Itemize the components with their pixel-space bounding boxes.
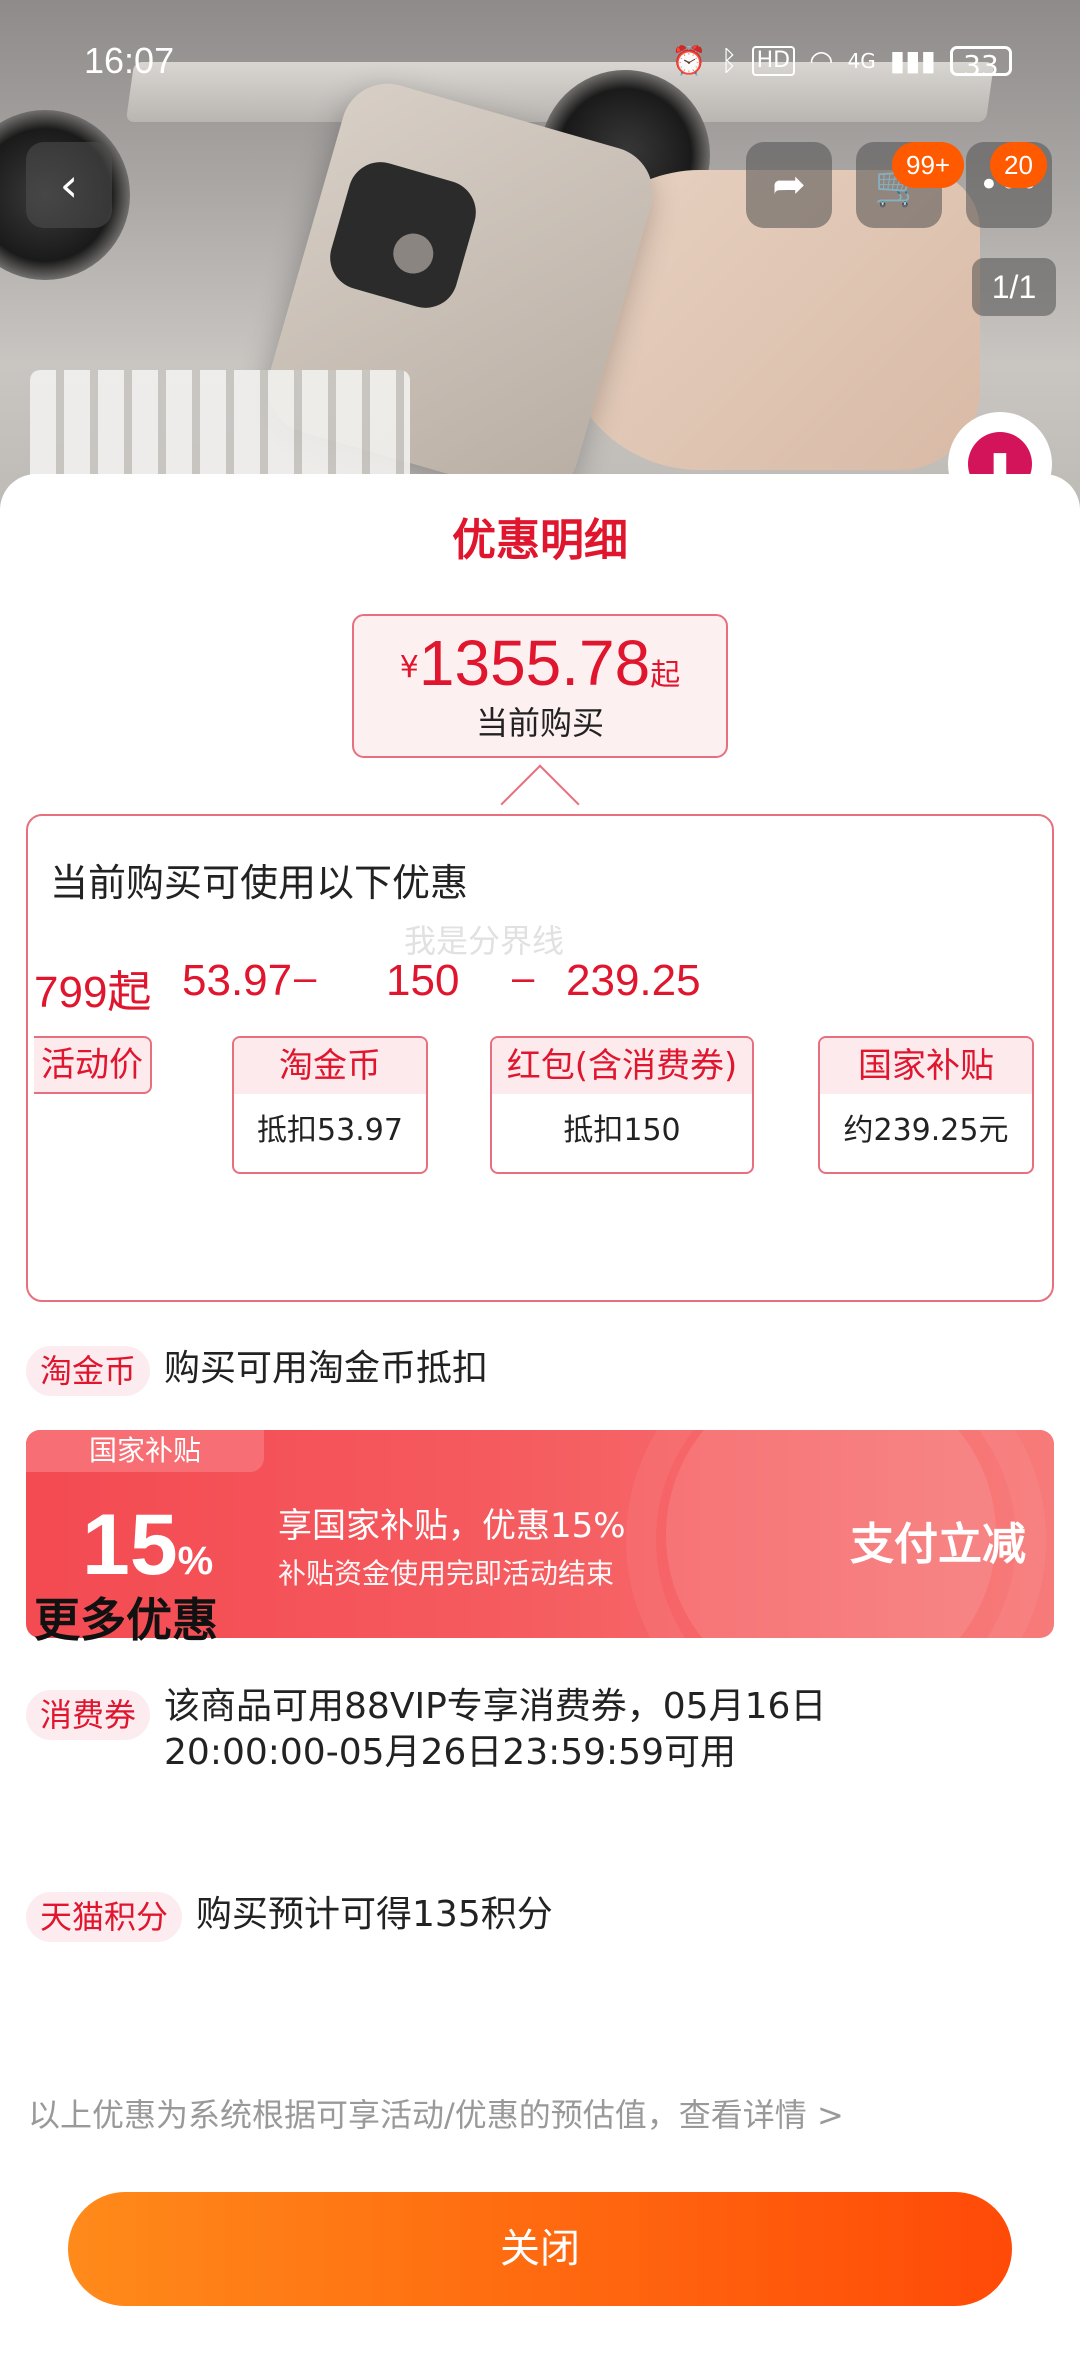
subsidy-percent: 15%	[82, 1496, 213, 1595]
redpacket-chip: 红包(含消费券) 抵扣150	[490, 1036, 754, 1174]
current-price-box: ¥1355.78起 当前购买	[352, 614, 728, 758]
points-row[interactable]: 天猫积分 购买预计可得135积分	[26, 1892, 553, 1942]
subsidy-main-text: 享国家补贴，优惠15%	[278, 1506, 626, 1546]
close-button[interactable]: 关闭	[68, 2192, 1012, 2306]
points-tag: 天猫积分	[26, 1892, 183, 1942]
bluetooth-icon: ᛒ	[720, 44, 738, 77]
subsidy-tag: 国家补贴	[26, 1430, 264, 1472]
taojinbi-chip: 淘金币 抵扣53.97	[232, 1036, 428, 1174]
minus-operator: –	[124, 956, 147, 1000]
taojinbi-text: 购买可用淘金币抵扣	[164, 1348, 489, 1389]
coupon-line-2: 20:00:00-05月26日23:59:59可用	[164, 1732, 736, 1773]
alarm-icon: ⏰	[671, 44, 707, 77]
chevron-left-icon: ‹	[59, 158, 79, 212]
more-discounts-title: 更多优惠	[34, 1593, 218, 1647]
chip-detail: 抵扣150	[563, 1113, 681, 1148]
redpacket-value: 150	[386, 956, 460, 1005]
message-badge: 20	[990, 142, 1047, 188]
price-label: 当前购买	[475, 704, 604, 742]
discount-detail-sheet: 优惠明细 ¥1355.78起 当前购买 当前购买可使用以下优惠 799起 – 5…	[0, 474, 1080, 2376]
subsidy-sub-text: 补贴资金使用完即活动结束	[278, 1557, 615, 1590]
coupon-line-1: 该商品可用88VIP专享消费券，05月16日	[164, 1686, 827, 1727]
minus-operator: –	[294, 956, 317, 1000]
calc-title: 当前购买可使用以下优惠	[50, 861, 469, 905]
share-button[interactable]: ➦	[746, 142, 832, 228]
chip-label: 活动价	[41, 1045, 143, 1085]
back-button[interactable]: ‹	[26, 142, 112, 228]
chip-detail: 约239.25元	[843, 1113, 1009, 1148]
national-subsidy-chip: 国家补贴 约239.25元	[818, 1036, 1034, 1174]
signal-icon: ▮▮▮	[889, 44, 936, 77]
chip-detail: 抵扣53.97	[257, 1113, 403, 1148]
share-icon: ➦	[772, 162, 806, 208]
chip-label: 国家补贴	[820, 1038, 1032, 1094]
subsidy-cta[interactable]: 支付立减	[850, 1508, 1026, 1572]
battery-icon: 33	[950, 46, 1012, 82]
currency-symbol: ¥	[399, 650, 419, 685]
taojinbi-tag: 淘金币	[26, 1346, 151, 1396]
wifi-icon: ◠	[809, 44, 834, 77]
coupon-tag: 消费券	[26, 1690, 151, 1740]
calc-values: 799起 – 53.97 – 150 – 239.25	[28, 956, 1056, 1026]
minus-operator: –	[512, 956, 535, 1000]
estimate-footnote-link[interactable]: 以上优惠为系统根据可享活动/优惠的预估值，查看详情 >	[28, 2090, 844, 2136]
cart-badge: 99+	[892, 142, 965, 188]
image-page-indicator: 1/1	[972, 258, 1056, 316]
chip-label: 淘金币	[234, 1038, 426, 1094]
activity-price-chip: 活动价	[34, 1036, 152, 1094]
subsidy-value: 239.25	[566, 956, 701, 1005]
coupon-text: 该商品可用88VIP专享消费券，05月16日 20:00:00-05月26日23…	[164, 1684, 826, 1776]
chip-label: 红包(含消费券)	[492, 1038, 752, 1094]
price-amount: 1355.78	[418, 627, 651, 699]
coupon-row[interactable]: 消费券 该商品可用88VIP专享消费券，05月16日 20:00:00-05月2…	[26, 1686, 826, 1776]
sheet-title: 优惠明细	[452, 515, 628, 566]
watermark-text: 我是分界线	[404, 922, 565, 960]
status-icons: ⏰ ᛒ HD ◠ 4G ▮▮▮ 33	[671, 44, 1012, 82]
hd-icon: HD	[751, 46, 796, 76]
points-text: 购买预计可得135积分	[196, 1894, 553, 1935]
price-suffix: 起	[650, 658, 681, 693]
taojinbi-value: 53.97	[182, 956, 293, 1005]
network-label: 4G	[847, 49, 876, 73]
subsidy-percent-sign: %	[177, 1539, 214, 1583]
subsidy-percent-number: 15	[82, 1497, 178, 1593]
taojinbi-row[interactable]: 淘金币 购买可用淘金币抵扣	[26, 1346, 488, 1396]
status-time: 16:07	[84, 40, 175, 81]
discount-calc-card: 当前购买可使用以下优惠 799起 – 53.97 – 150 – 239.25 …	[26, 814, 1054, 1302]
status-bar: 16:07 ⏰ ᛒ HD ◠ 4G ▮▮▮ 33	[0, 30, 1080, 100]
